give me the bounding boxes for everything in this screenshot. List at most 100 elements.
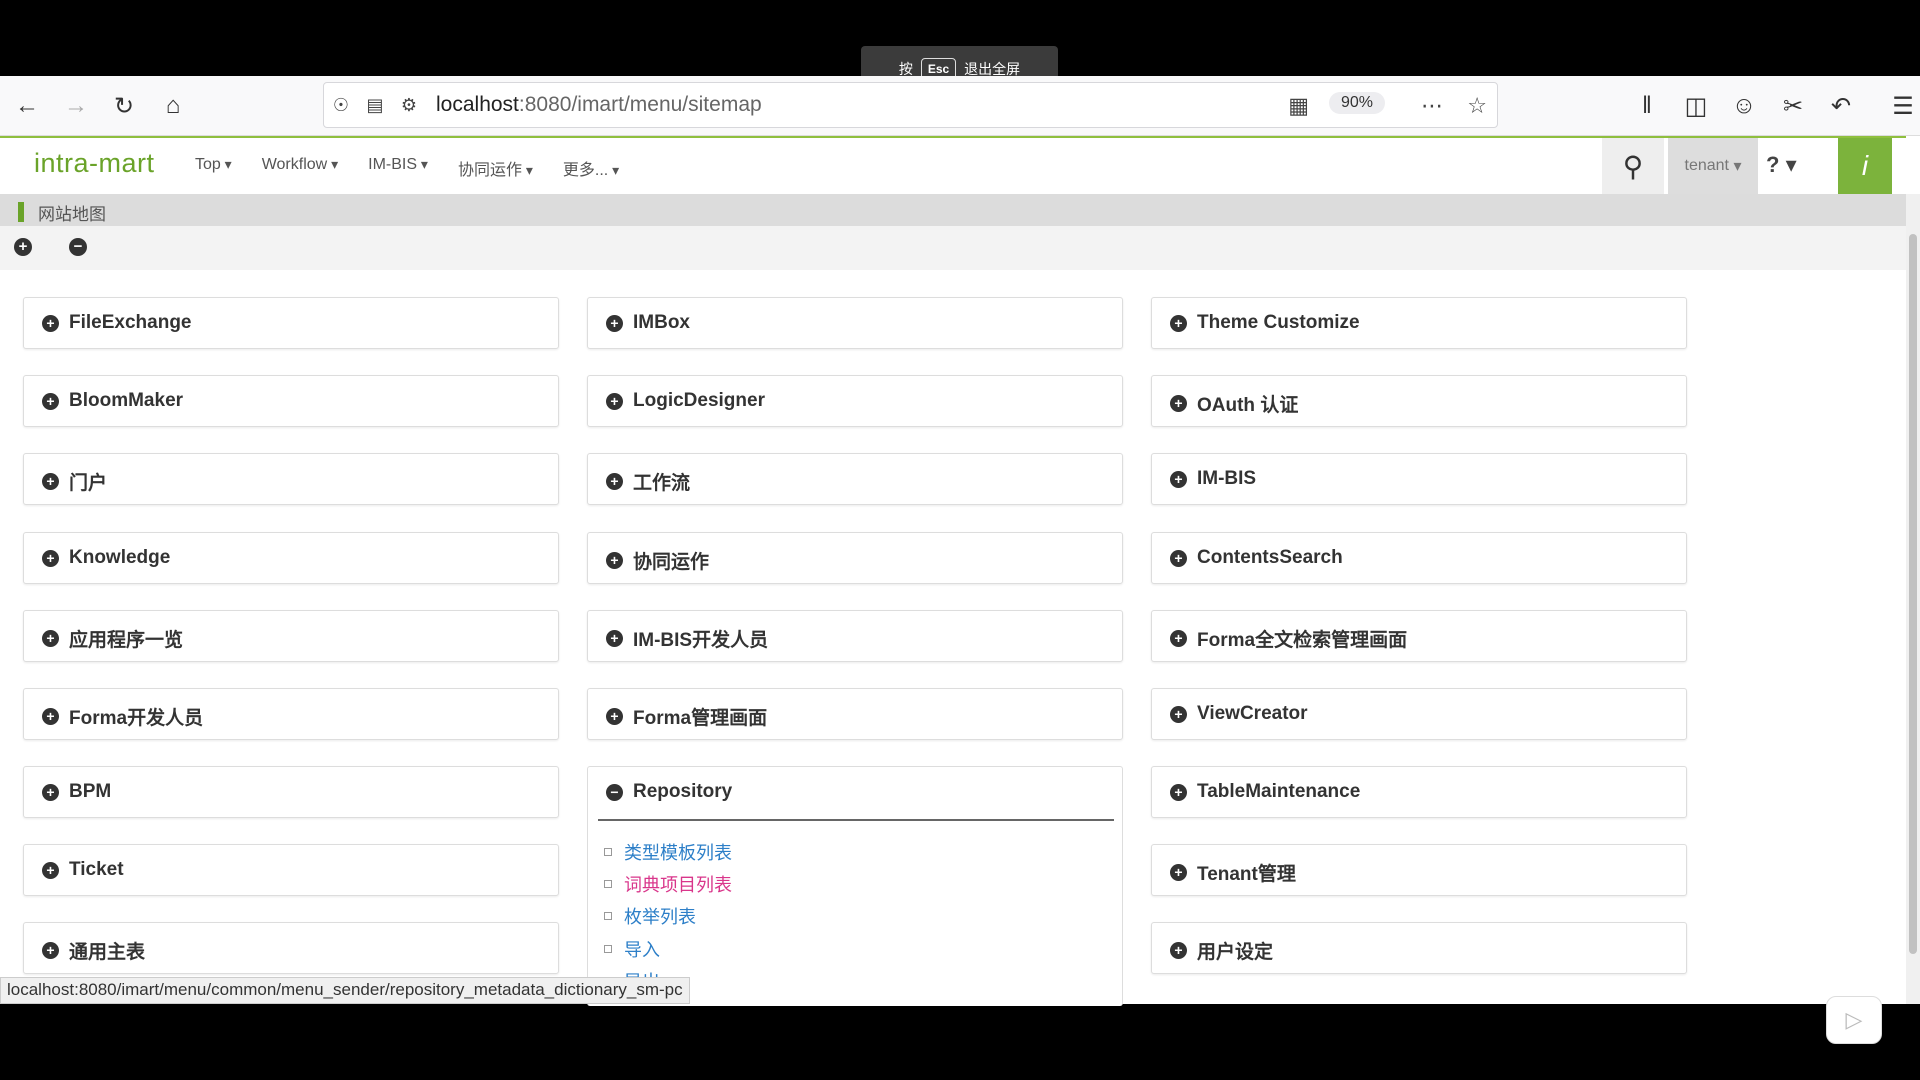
more-icon[interactable]: ⋯ <box>1421 93 1443 119</box>
collapse-all-button[interactable]: − <box>69 238 87 256</box>
sidebar-icon[interactable]: ◫ <box>1679 89 1713 123</box>
repository-card[interactable]: −Repository 类型模板列表 词典项目列表 枚举列表 导入 导出 <box>587 766 1123 1006</box>
main-nav: Top Workflow IM-BIS 协同运作 更多... <box>195 156 619 180</box>
back-icon[interactable]: ← <box>10 89 44 123</box>
sitemap-card[interactable]: + Forma管理画面 <box>587 688 1123 740</box>
sitemap-card[interactable]: + Tenant管理 <box>1151 844 1687 896</box>
breadcrumb: 网站地图 <box>0 194 1906 226</box>
repository-link[interactable]: 词典项目列表 <box>604 871 732 897</box>
shield-icon[interactable]: ☉ <box>324 95 358 116</box>
permissions-icon[interactable]: ⚙ <box>392 95 426 116</box>
card-title: 应用程序一览 <box>69 630 184 651</box>
nav-im-bis[interactable]: IM-BIS <box>368 156 428 180</box>
bookmark-star-icon[interactable]: ☆ <box>1467 93 1487 119</box>
card-title: LogicDesigner <box>633 390 765 411</box>
sitemap-card[interactable]: + Forma开发人员 <box>23 688 559 740</box>
card-title: 协同运作 <box>633 552 710 573</box>
page-title: 网站地图 <box>38 205 106 224</box>
sitemap-card[interactable]: + 协同运作 <box>587 532 1123 584</box>
expand-icon: + <box>606 630 623 647</box>
sitemap-card[interactable]: + LogicDesigner <box>587 375 1123 427</box>
home-icon[interactable]: ⌂ <box>156 89 190 123</box>
reload-icon[interactable]: ↻ <box>107 89 141 123</box>
browser-window: ← → ↻ ⌂ ☉ ▤ ⚙ localhost:8080/imart/menu/… <box>0 76 1920 1044</box>
library-icon[interactable]: ‖ <box>1630 89 1664 123</box>
sitemap-card[interactable]: + FileExchange <box>23 297 559 349</box>
brand-icon[interactable]: i <box>1838 138 1892 194</box>
forward-icon[interactable]: → <box>59 89 93 123</box>
card-title: Ticket <box>69 859 124 880</box>
nav-top[interactable]: Top <box>195 156 232 180</box>
expand-icon: + <box>1170 864 1187 881</box>
menu-icon[interactable]: ☰ <box>1886 89 1920 123</box>
sitemap-card[interactable]: + Theme Customize <box>1151 297 1687 349</box>
app-logo[interactable]: intra-mart <box>34 148 155 179</box>
action-bar: + − <box>0 226 1906 270</box>
sitemap-card[interactable]: + IM-BIS开发人员 <box>587 610 1123 662</box>
card-title: IM-BIS <box>1197 468 1257 489</box>
expand-icon: + <box>1170 705 1187 723</box>
nav-collaboration[interactable]: 协同运作 <box>458 156 533 180</box>
nav-workflow[interactable]: Workflow <box>262 156 338 180</box>
bullet-icon <box>604 880 612 888</box>
nav-more[interactable]: 更多... <box>563 156 619 180</box>
sitemap-card[interactable]: + 通用主表 <box>23 922 559 974</box>
sitemap-card[interactable]: + TableMaintenance <box>1151 766 1687 818</box>
repository-link[interactable]: 枚举列表 <box>604 903 696 929</box>
sitemap-card[interactable]: + Forma全文检索管理画面 <box>1151 610 1687 662</box>
sitemap-card[interactable]: + Knowledge <box>23 532 559 584</box>
sitemap-card[interactable]: + ViewCreator <box>1151 688 1687 740</box>
card-title: Knowledge <box>69 547 171 568</box>
sitemap-card[interactable]: + IMBox <box>587 297 1123 349</box>
expand-icon: + <box>42 314 59 332</box>
card-title: BloomMaker <box>69 390 184 411</box>
qr-code-icon[interactable]: ▦ <box>1288 93 1309 119</box>
expand-icon: + <box>606 473 623 490</box>
help-menu[interactable]: ? ▾ <box>1766 152 1797 178</box>
page-icon[interactable]: ▤ <box>358 95 392 116</box>
breadcrumb-marker <box>18 202 24 222</box>
sitemap-card[interactable]: + 工作流 <box>587 453 1123 505</box>
card-title: BPM <box>69 781 112 802</box>
expand-icon: + <box>606 314 623 332</box>
expand-all-button[interactable]: + <box>14 238 32 256</box>
status-bar-url: localhost:8080/imart/menu/common/menu_se… <box>0 977 690 1004</box>
expand-icon: + <box>42 861 59 879</box>
page-scrollbar[interactable] <box>1906 194 1920 1004</box>
sitemap-card[interactable]: + IM-BIS <box>1151 453 1687 505</box>
tenant-menu[interactable]: tenant ▾ <box>1668 138 1758 194</box>
card-title: FileExchange <box>69 312 192 333</box>
repository-link[interactable]: 类型模板列表 <box>604 839 732 865</box>
expand-icon: + <box>42 630 59 647</box>
sitemap-card[interactable]: + BloomMaker <box>23 375 559 427</box>
card-title: 通用主表 <box>69 942 146 963</box>
url-bar[interactable]: ☉ ▤ ⚙ localhost:8080/imart/menu/sitemap … <box>323 82 1498 128</box>
play-icon[interactable]: ▷ <box>1826 996 1882 1044</box>
card-title: ContentsSearch <box>1197 547 1343 568</box>
sitemap-card[interactable]: + 门户 <box>23 453 559 505</box>
sitemap-card[interactable]: + 用户设定 <box>1151 922 1687 974</box>
expand-icon: + <box>42 942 59 959</box>
sitemap-card[interactable]: + ContentsSearch <box>1151 532 1687 584</box>
sitemap-card[interactable]: + 应用程序一览 <box>23 610 559 662</box>
sitemap-card[interactable]: + OAuth 认证 <box>1151 375 1687 427</box>
bullet-icon <box>604 848 612 856</box>
expand-icon: + <box>1170 942 1187 959</box>
card-title: TableMaintenance <box>1197 781 1361 802</box>
url-text[interactable]: localhost:8080/imart/menu/sitemap <box>436 93 762 117</box>
screenshot-icon[interactable]: ✂ <box>1776 89 1810 123</box>
undo-icon[interactable]: ↶ <box>1824 89 1858 123</box>
zoom-level[interactable]: 90% <box>1328 92 1385 114</box>
card-title: 工作流 <box>633 473 691 494</box>
expand-icon: + <box>1170 549 1187 567</box>
expand-icon: + <box>1170 395 1187 412</box>
card-title: Tenant管理 <box>1197 864 1296 885</box>
account-icon[interactable]: ☺ <box>1727 89 1761 123</box>
sitemap-card[interactable]: + Ticket <box>23 844 559 896</box>
expand-icon: + <box>42 708 59 725</box>
scrollbar-thumb[interactable] <box>1909 234 1917 954</box>
repository-link[interactable]: 导入 <box>604 936 660 962</box>
search-icon[interactable]: ⚲ <box>1602 138 1664 194</box>
card-title: Repository <box>633 781 733 802</box>
sitemap-card[interactable]: + BPM <box>23 766 559 818</box>
